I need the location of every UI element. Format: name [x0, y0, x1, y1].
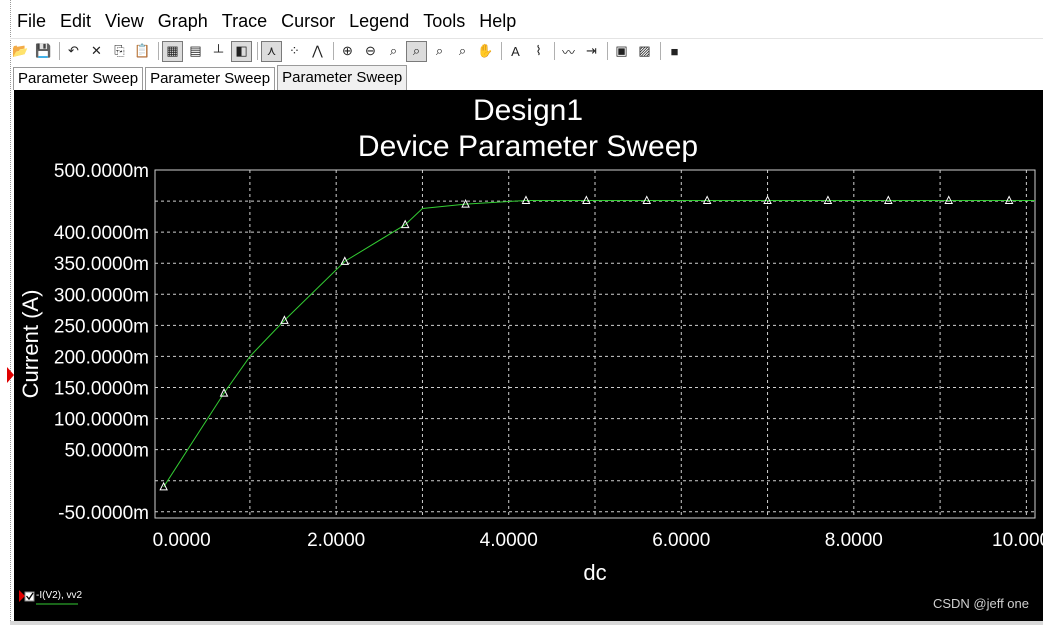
x-tick-label: 6.0000 [652, 530, 710, 551]
menu-legend[interactable]: Legend [342, 6, 416, 36]
y-cursor-marker[interactable] [7, 367, 14, 383]
toolbar-separator [257, 42, 258, 60]
label-icon[interactable]: ⌇ [528, 41, 549, 62]
y-tick-label: 150.0000m [54, 379, 149, 400]
x-tick-label: 0.0000 [153, 530, 211, 551]
legend-label[interactable]: -I(V2), vv2 [36, 590, 83, 601]
show-points-icon[interactable]: ⁘ [284, 41, 305, 62]
properties-icon[interactable]: ▣ [611, 41, 632, 62]
y-tick-label: 300.0000m [54, 285, 149, 306]
x-tick-label: 8.0000 [825, 530, 883, 551]
menu-help[interactable]: Help [472, 6, 523, 36]
zoom-area-icon[interactable]: ⌕ [383, 41, 404, 62]
export-icon[interactable]: ⇥ [581, 41, 602, 62]
copy-icon[interactable]: ⎘ [109, 41, 130, 62]
y-tick-label: 350.0000m [54, 254, 149, 275]
y-tick-label: -50.0000m [58, 503, 149, 524]
menu-view[interactable]: View [98, 6, 151, 36]
tab-parameter-sweep-1[interactable]: Parameter Sweep [13, 67, 144, 90]
toolbar: 📂 💾 ↶ ✕ ⎘ 📋 ▦ ▤ ┴ ◧ ⋏ ⁘ ⋀ ⊕ ⊖ ⌕ ⌕ ⌕ ⌕ ✋ A ⌇ 〰 ⇥ ▣ ▨ ■ [10, 38, 1043, 63]
tab-parameter-sweep-3[interactable]: Parameter Sweep [277, 65, 408, 90]
chart[interactable]: Design1Device Parameter Sweep 500.0000m 40… [14, 90, 1043, 621]
grid-icon[interactable]: ▦ [162, 40, 183, 62]
delete-icon[interactable]: ✕ [86, 41, 107, 62]
toolbar-separator [333, 42, 334, 60]
series-line[interactable] [163, 199, 1035, 488]
left-rail [0, 0, 11, 625]
x-axis-label: dc [583, 560, 606, 585]
zoom-full-icon[interactable]: ⌕ [406, 40, 427, 62]
toolbar-separator [158, 42, 159, 60]
x-tick-label: 4.0000 [480, 530, 538, 551]
x-tick-label: 10.0000 [992, 530, 1043, 551]
stop-icon[interactable]: ■ [664, 41, 685, 62]
toolbar-separator [554, 42, 555, 60]
y-tick-label: 250.0000m [54, 316, 149, 337]
zoom-x-icon[interactable]: ⌕ [429, 41, 450, 62]
menu-file[interactable]: File [10, 6, 53, 36]
pan-icon[interactable]: ✋ [475, 41, 496, 62]
chart-subtitle: Device Parameter Sweep [358, 130, 698, 163]
tab-strip: Parameter Sweep Parameter Sweep Parameter … [13, 65, 1043, 90]
y-tick-label: 50.0000m [64, 441, 149, 462]
paste-icon[interactable]: 📋 [132, 41, 153, 62]
overlay-icon[interactable]: ▨ [634, 41, 655, 62]
y-axis-label: Current (A) [18, 290, 43, 399]
black-white-icon[interactable]: ◧ [231, 40, 252, 62]
bottom-frame [10, 621, 1043, 625]
menu-graph[interactable]: Graph [151, 6, 215, 36]
x-tick-label: 2.0000 [307, 530, 365, 551]
menu-tools[interactable]: Tools [416, 6, 472, 36]
add-trace-icon[interactable]: 〰 [558, 41, 579, 62]
y-tick-label: 200.0000m [54, 347, 149, 368]
menu-edit[interactable]: Edit [53, 6, 98, 36]
axis-icon[interactable]: ┴ [208, 41, 229, 62]
toolbar-separator [660, 42, 661, 60]
chart-title: Design1 [473, 94, 583, 127]
zoom-in-icon[interactable]: ⊕ [337, 41, 358, 62]
menu-bar: File Edit View Graph Trace Cursor Legend Tools H… [10, 6, 1043, 36]
save-icon[interactable]: 💾 [33, 41, 54, 62]
toolbar-separator [501, 42, 502, 60]
zoom-out-icon[interactable]: ⊖ [360, 41, 381, 62]
watermark: CSDN @jeff one [932, 596, 1029, 611]
y-tick-label: 400.0000m [54, 223, 149, 244]
menu-cursor[interactable]: Cursor [274, 6, 342, 36]
toolbar-separator [607, 42, 608, 60]
menu-trace[interactable]: Trace [215, 6, 274, 36]
lines-points-icon[interactable]: ⋀ [307, 41, 328, 62]
show-lines-icon[interactable]: ⋏ [261, 40, 282, 62]
tab-parameter-sweep-2[interactable]: Parameter Sweep [145, 67, 276, 90]
legend-marker-icon [19, 590, 25, 602]
text-icon[interactable]: A [505, 41, 526, 62]
open-icon[interactable]: 📂 [10, 41, 31, 62]
toolbar-separator [59, 42, 60, 60]
graph-window[interactable]: Design1 Device Parameter Sweep 500.0000m 40… [14, 90, 1043, 621]
undo-icon[interactable]: ↶ [63, 41, 84, 62]
zoom-y-icon[interactable]: ⌕ [452, 41, 473, 62]
y-tick-label: 100.0000m [54, 410, 149, 431]
y-tick-label: 500.0000m [54, 161, 149, 182]
fine-grid-icon[interactable]: ▤ [185, 41, 206, 62]
